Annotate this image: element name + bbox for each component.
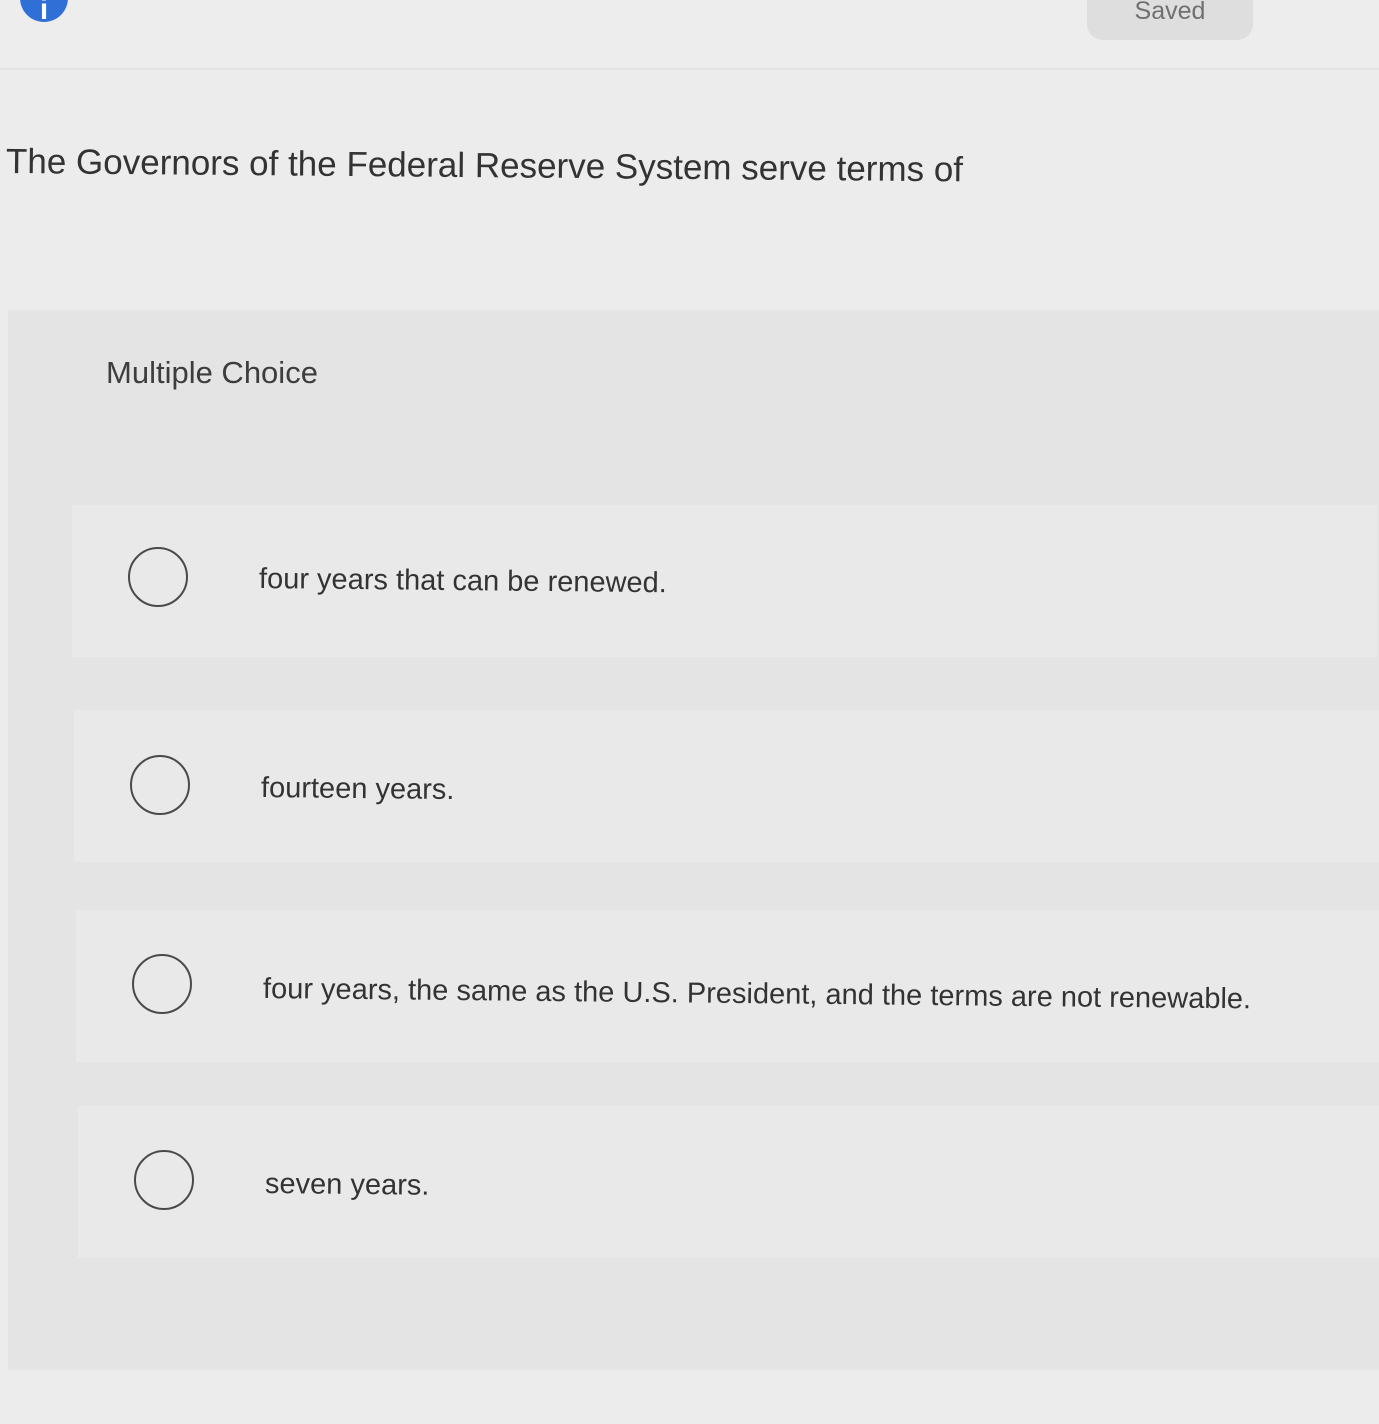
radio-button-1[interactable]: [128, 547, 188, 607]
choice-option-3-label[interactable]: four years, the same as the U.S. Preside…: [263, 973, 1251, 1016]
radio-button-3[interactable]: [132, 954, 192, 1014]
radio-button-4[interactable]: [134, 1150, 194, 1210]
choice-option-3[interactable]: four years, the same as the U.S. Preside…: [76, 910, 1379, 1062]
choice-option-1-label[interactable]: four years that can be renewed.: [259, 563, 667, 600]
saved-status-badge: Saved: [1087, 0, 1253, 40]
radio-button-2[interactable]: [130, 755, 190, 815]
choice-option-1[interactable]: four years that can be renewed.: [72, 505, 1377, 657]
choice-option-2[interactable]: fourteen years.: [74, 710, 1379, 862]
choice-option-4[interactable]: seven years.: [78, 1106, 1379, 1258]
choice-option-4-label[interactable]: seven years.: [265, 1168, 430, 1203]
top-bar: i Saved: [0, 0, 1379, 70]
question-prompt: The Governors of the Federal Reserve Sys…: [5, 142, 964, 190]
multiple-choice-panel: Multiple Choice four years that can be r…: [8, 310, 1379, 1370]
question-type-heading: Multiple Choice: [106, 355, 318, 390]
choice-option-2-label[interactable]: fourteen years.: [261, 772, 455, 807]
info-icon[interactable]: i: [20, 0, 68, 26]
